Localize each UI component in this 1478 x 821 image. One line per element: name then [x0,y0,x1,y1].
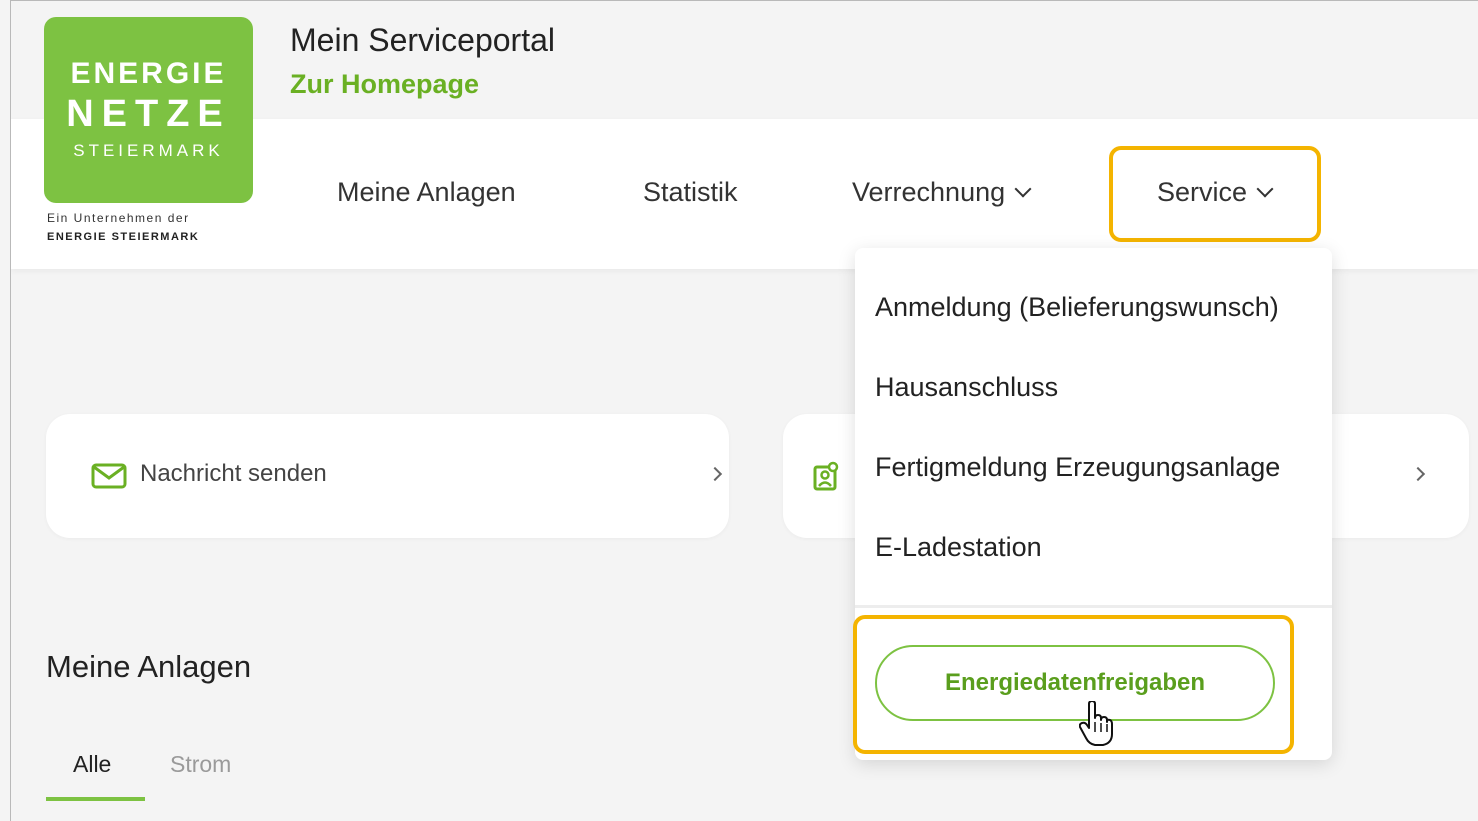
nav-item-verrechnung[interactable]: Verrechnung [852,177,1032,208]
nav-item-label: Meine Anlagen [337,177,516,207]
mail-icon [91,463,127,489]
homepage-link[interactable]: Zur Homepage [290,69,479,100]
nav-item-label: Statistik [643,177,738,207]
contact-card-icon [813,461,839,491]
card-nachricht-senden[interactable]: Nachricht senden [46,414,729,538]
service-highlight-box [1109,146,1321,242]
hand-pointer-icon [1079,701,1113,746]
card-label: Nachricht senden [140,460,327,487]
nav-item-meine-anlagen[interactable]: Meine Anlagen [337,177,516,208]
menu-divider [855,605,1332,608]
section-title: Meine Anlagen [46,649,252,684]
menu-item-anmeldung[interactable]: Anmeldung (Belieferungswunsch) [875,292,1279,323]
menu-item-hausanschluss[interactable]: Hausanschluss [875,372,1058,403]
tab-alle[interactable]: Alle [73,751,111,778]
menu-item-fertigmeldung[interactable]: Fertigmeldung Erzeugungsanlage [875,452,1280,483]
chevron-right-icon [1410,466,1426,482]
active-tab-indicator [46,797,145,801]
nav-item-statistik[interactable]: Statistik [643,177,738,208]
menu-item-e-ladestation[interactable]: E-Ladestation [875,532,1042,563]
brand-logo[interactable]: ENERGIE NETZE STEIERMARK [44,17,253,203]
nav-item-label: Verrechnung [852,177,1006,207]
portal-title: Mein Serviceportal [290,22,555,58]
chevron-right-icon [707,466,723,482]
button-highlight-box [853,615,1294,754]
logo-line-3: STEIERMARK [73,141,224,160]
app-frame: ENERGIE NETZE STEIERMARK Ein Unternehmen… [10,0,1478,821]
logo-line-1: ENERGIE [70,57,227,90]
logo-parent-company: ENERGIE STEIERMARK [47,231,200,243]
tab-strom[interactable]: Strom [170,751,231,778]
logo-line-2: NETZE [66,93,231,135]
logo-tagline: Ein Unternehmen der [47,211,190,225]
chevron-down-icon [1014,180,1032,198]
